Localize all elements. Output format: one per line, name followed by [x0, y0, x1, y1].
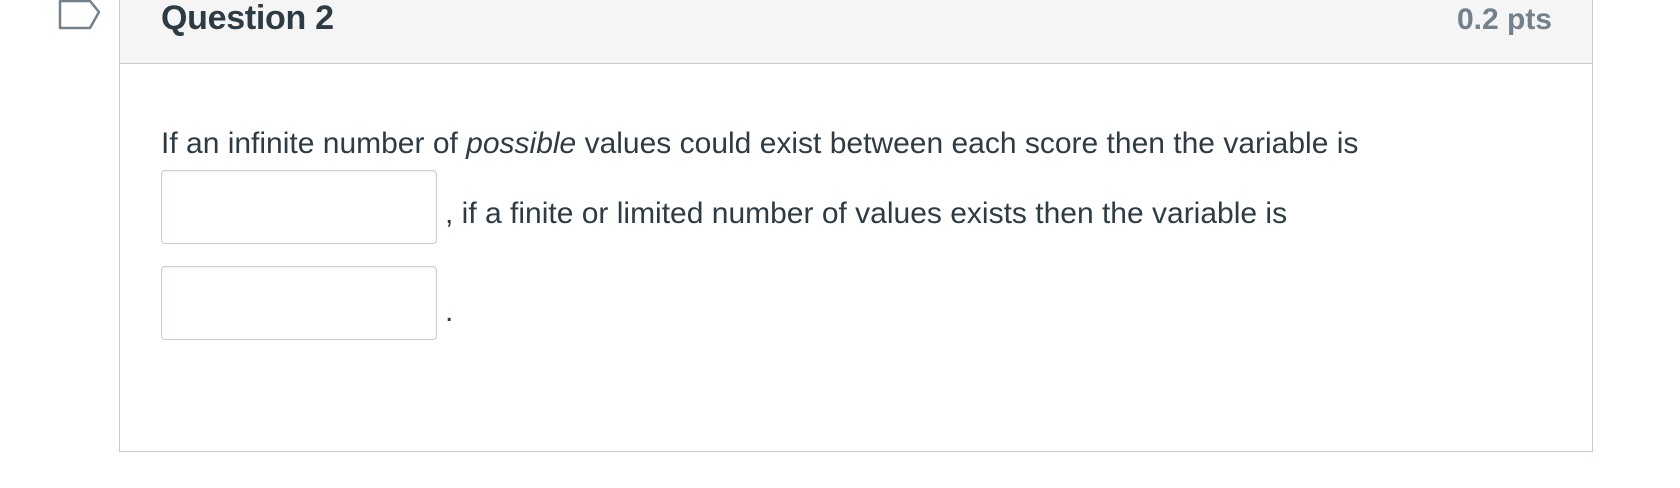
question-text-end: .	[445, 295, 454, 328]
question-title: Question 2	[161, 0, 334, 37]
question-text-middle: , if a finite or limited number of value…	[445, 197, 1288, 230]
answer-blank-2[interactable]	[161, 266, 437, 340]
question-points: 0.2 pts	[1456, 3, 1552, 36]
quiz-page: Question 2 0.2 pts If an infinite number…	[0, 0, 1680, 488]
question-text-line: If an infinite number of possible values…	[161, 122, 1358, 166]
question-text-continued: values could exist between each score th…	[576, 127, 1359, 160]
answer-blank-1[interactable]	[161, 170, 437, 244]
question-text-emphasis: possible	[466, 127, 577, 160]
flag-question-icon[interactable]	[58, 0, 102, 32]
question-text-start: If an infinite number of	[161, 127, 467, 160]
question-header: Question 2 0.2 pts	[120, 0, 1592, 64]
question-card: Question 2 0.2 pts If an infinite number…	[119, 0, 1593, 452]
